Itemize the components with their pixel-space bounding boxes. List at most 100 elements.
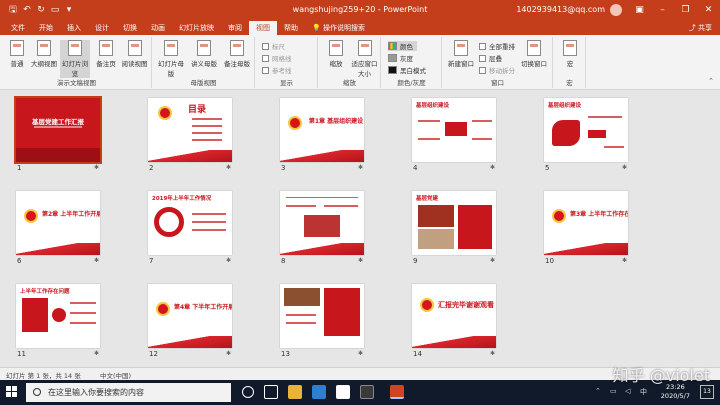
transition-icon: ✱: [94, 164, 100, 171]
slide-sorter-button[interactable]: 幻灯片浏览: [60, 40, 90, 78]
black-white-button[interactable]: 黑白模式: [388, 65, 426, 75]
slide-thumbnail-5[interactable]: 基层组织建设: [544, 98, 628, 162]
share-label: 共享: [698, 24, 712, 32]
outline-view-label: 大纲视图: [31, 60, 57, 68]
switch-window-button[interactable]: 切换窗口: [519, 40, 549, 68]
tab-slideshow[interactable]: 幻灯片放映: [172, 21, 221, 35]
macros-button[interactable]: 宏: [557, 40, 583, 68]
tab-review[interactable]: 审阅: [221, 21, 249, 35]
notification-center-icon[interactable]: 13: [700, 385, 714, 399]
gridlines-label: 网格线: [272, 55, 292, 63]
collapse-ribbon-icon[interactable]: ⌃: [708, 77, 714, 85]
slide-text-panel: [458, 205, 492, 249]
handout-master-button[interactable]: 讲义母版: [188, 40, 220, 68]
cascade-label: 层叠: [489, 55, 502, 63]
group-macros: 宏 宏: [554, 37, 586, 88]
slide-master-button[interactable]: 幻灯片母版: [155, 40, 187, 78]
tab-animations[interactable]: 动画: [144, 21, 172, 35]
slide-wave-decoration: [412, 336, 496, 348]
avatar[interactable]: [610, 4, 622, 16]
powerpoint-taskbar-icon[interactable]: [390, 385, 404, 399]
slide-thumbnail-14[interactable]: 汇报完毕谢谢观看: [412, 284, 496, 348]
cascade-button[interactable]: 层叠: [479, 53, 502, 63]
arrange-all-button[interactable]: 全部重排: [479, 41, 515, 51]
notes-master-button[interactable]: 备注母版: [221, 40, 253, 68]
cascade-icon: [479, 54, 486, 62]
gridlines-checkbox[interactable]: 网格线: [262, 53, 292, 63]
color-button[interactable]: 颜色: [388, 41, 417, 51]
slide-thumbnail-8[interactable]: [280, 191, 364, 255]
new-window-button[interactable]: 新建窗口: [447, 40, 475, 68]
app-icon[interactable]: [360, 385, 374, 399]
share-button[interactable]: ⤴ 共享: [682, 21, 720, 35]
restore-button[interactable]: ❐: [674, 0, 697, 20]
tab-home[interactable]: 开始: [32, 21, 60, 35]
slide-thumbnail-12[interactable]: 第4章 下半年工作开展计划: [148, 284, 232, 348]
slide-line: [418, 138, 440, 140]
switch-window-label: 切换窗口: [521, 60, 547, 68]
slide-title: 2019年上半年工作情况: [152, 196, 212, 202]
tray-chevron-icon[interactable]: ⌃: [595, 387, 601, 395]
slide-photo: [418, 205, 454, 227]
slide-number: 14: [413, 350, 422, 358]
arrange-all-label: 全部重排: [489, 43, 515, 51]
notes-page-button[interactable]: 备注页: [93, 40, 119, 68]
taskbar-search-box[interactable]: 在这里输入你要搜索的内容: [26, 383, 231, 402]
grayscale-button[interactable]: 灰度: [388, 53, 413, 63]
tell-me-search[interactable]: 💡 操作说明搜索: [305, 21, 372, 35]
minimize-button[interactable]: –: [651, 0, 674, 20]
slide-number: 11: [17, 350, 26, 358]
app-icon[interactable]: [336, 385, 350, 399]
language-status[interactable]: 中文(中国): [100, 370, 131, 380]
slide-thumbnail-11[interactable]: 上半年工作存在问题: [16, 284, 100, 348]
close-button[interactable]: ✕: [697, 0, 720, 20]
slide-thumbnail-2[interactable]: 目录: [148, 98, 232, 162]
transition-icon: ✱: [358, 164, 364, 171]
transition-icon: ✱: [226, 257, 232, 264]
fit-window-button[interactable]: 适应窗口大小: [350, 40, 379, 78]
ribbon: 普通 大纲视图 幻灯片浏览 备注页 阅读视图 演示文稿视图 幻灯片母版 讲义母版…: [0, 35, 720, 90]
slide-thumbnail-6[interactable]: 第2章 上半年工作开展情况: [16, 191, 100, 255]
ruler-checkbox[interactable]: 标尺: [262, 41, 285, 51]
normal-view-button[interactable]: 普通: [4, 40, 30, 68]
network-icon[interactable]: ▭: [610, 387, 617, 395]
input-language-indicator[interactable]: 中: [640, 387, 647, 397]
slide-line: [70, 322, 96, 324]
slide-number: 10: [545, 257, 554, 265]
tab-transitions[interactable]: 切换: [116, 21, 144, 35]
volume-icon[interactable]: ◁: [625, 387, 630, 395]
reading-view-button[interactable]: 阅读视图: [120, 40, 149, 68]
slide-thumbnail-4[interactable]: 基层组织建设: [412, 98, 496, 162]
slide-wave-decoration: [16, 243, 100, 255]
slide-thumbnail-3[interactable]: 第1章 基层组织建设: [280, 98, 364, 162]
tab-view[interactable]: 视图: [249, 21, 277, 35]
party-emblem-icon: [552, 209, 566, 223]
party-emblem-icon: [156, 302, 170, 316]
slide-thumbnail-7[interactable]: 2019年上半年工作情况: [148, 191, 232, 255]
windows-start-icon[interactable]: [6, 386, 18, 398]
transition-icon: ✱: [490, 164, 496, 171]
zoom-button[interactable]: 缩放: [323, 40, 349, 68]
edge-icon[interactable]: [312, 385, 326, 399]
user-account[interactable]: 1402939413@qq.com: [516, 5, 605, 14]
transition-icon: ✱: [226, 164, 232, 171]
tab-design[interactable]: 设计: [88, 21, 116, 35]
slide-number: 1: [17, 164, 22, 172]
tab-file[interactable]: 文件: [4, 21, 32, 35]
task-view-icon[interactable]: [264, 385, 278, 399]
ribbon-display-icon[interactable]: ▣: [628, 0, 651, 20]
outline-view-button[interactable]: 大纲视图: [31, 40, 57, 68]
move-split-button[interactable]: 移动拆分: [479, 65, 515, 75]
cortana-icon[interactable]: [242, 386, 254, 398]
slide-thumbnail-9[interactable]: 基层党建: [412, 191, 496, 255]
slide-thumbnail-13[interactable]: [280, 284, 364, 348]
group-zoom: 缩放 适应窗口大小 缩放: [319, 37, 381, 88]
slide-thumbnail-1[interactable]: 基层党建工作汇报: [14, 96, 102, 164]
tab-help[interactable]: 帮助: [277, 21, 305, 35]
guides-checkbox[interactable]: 参考线: [262, 65, 292, 75]
transition-icon: ✱: [490, 257, 496, 264]
tell-me-label: 操作说明搜索: [322, 24, 365, 32]
tab-insert[interactable]: 插入: [60, 21, 88, 35]
slide-thumbnail-10[interactable]: 第3章 上半年工作存在问题: [544, 191, 628, 255]
file-explorer-icon[interactable]: [288, 385, 302, 399]
